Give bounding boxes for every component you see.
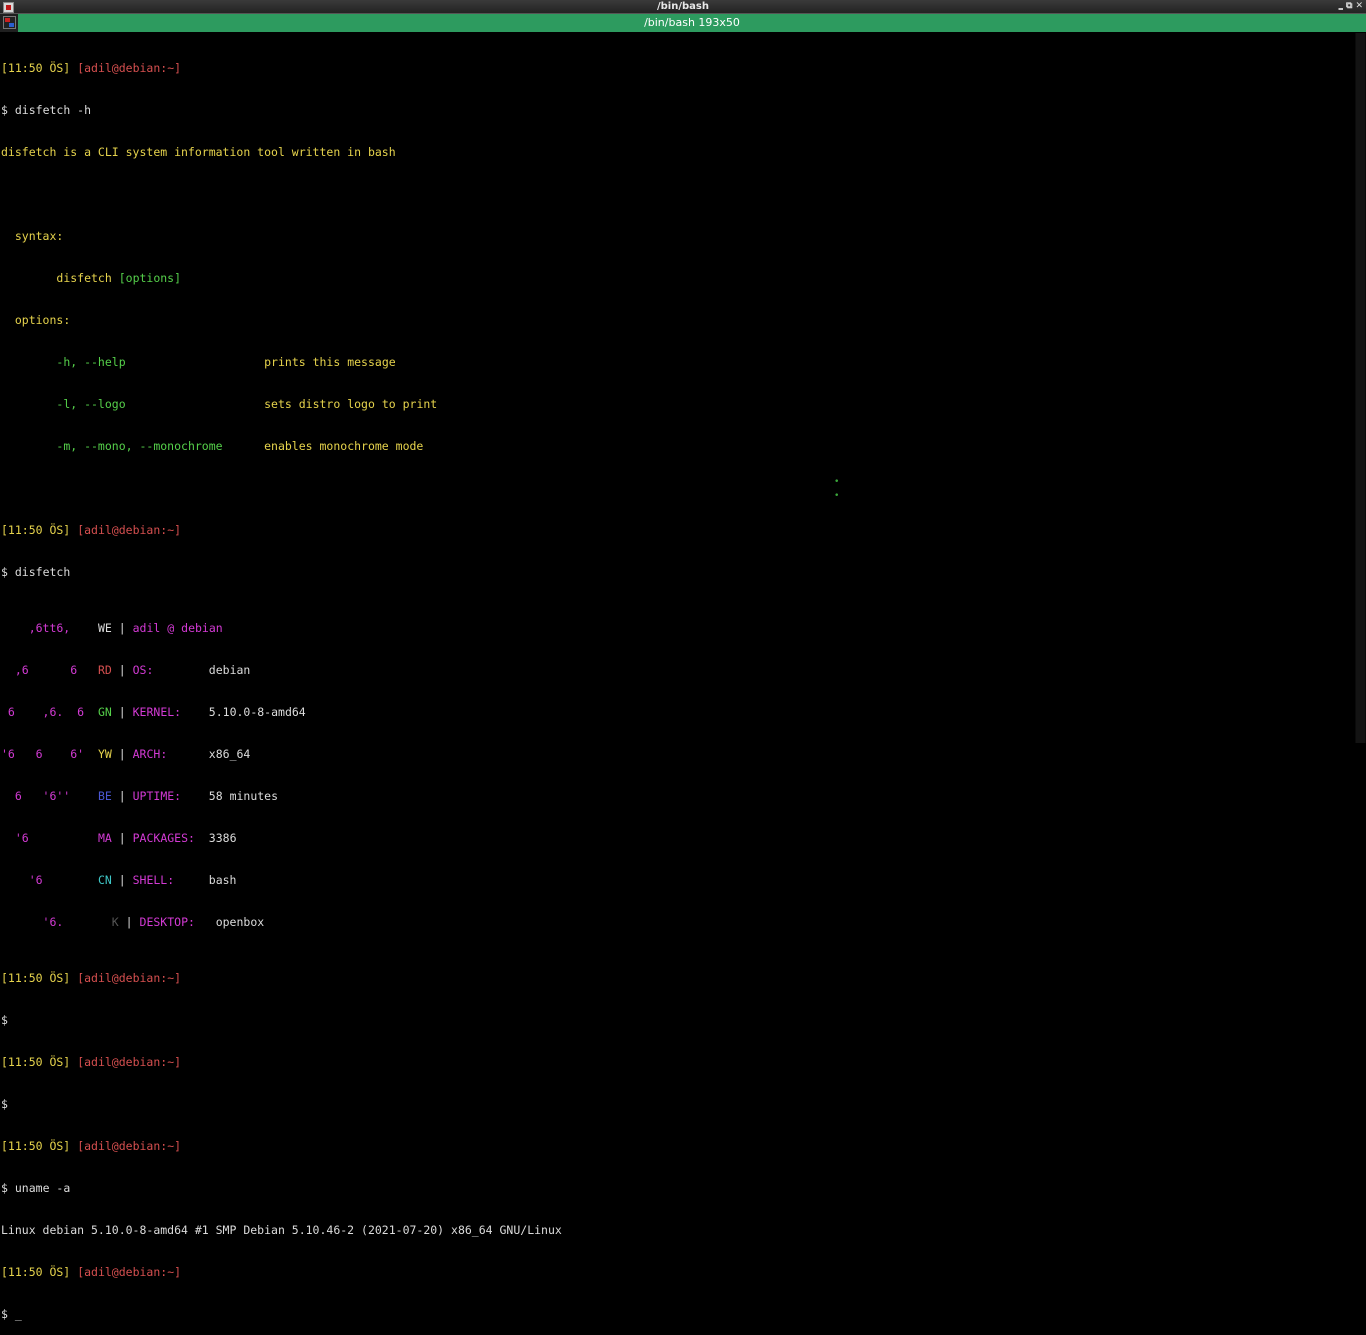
fetch-user: adil xyxy=(132,621,161,635)
color-code: K xyxy=(111,915,119,929)
prompt-symbol: $ xyxy=(1,565,8,579)
info-label: KERNEL: xyxy=(132,705,182,719)
prompt-user-host: [adil@debian:~] xyxy=(77,1139,182,1153)
color-code: CN xyxy=(97,873,112,887)
command-line: $ disfetch xyxy=(1,565,1353,579)
prompt-time: [11:50 ÖS] xyxy=(1,971,71,985)
prompt-symbol: $ xyxy=(1,1013,8,1027)
restore-icon[interactable]: ⧉ xyxy=(1346,0,1352,13)
terminal-icon[interactable] xyxy=(3,16,16,29)
prompt-symbol: $ xyxy=(1,103,8,117)
color-code: GN xyxy=(97,705,112,719)
tab-bar: /bin/bash 193x50 xyxy=(0,14,1366,32)
close-icon[interactable]: ✕ xyxy=(1355,0,1363,13)
info-value: 5.10.0-8-amd64 xyxy=(208,705,306,719)
tab-bash[interactable]: /bin/bash 193x50 xyxy=(18,14,1366,32)
scrollbar[interactable] xyxy=(1355,33,1366,743)
fetch-at: @ xyxy=(167,621,175,635)
info-label: UPTIME: xyxy=(132,789,182,803)
prompt-user-host: [adil@debian:~] xyxy=(77,1265,182,1279)
command-line: $ disfetch -h xyxy=(1,103,1353,117)
prompt-user-host: [adil@debian:~] xyxy=(77,1055,182,1069)
info-value: 58 minutes xyxy=(208,789,279,803)
info-label: ARCH: xyxy=(132,747,168,761)
prompt-line: [11:50 ÖS] [adil@debian:~] xyxy=(1,1265,1353,1279)
info-value: 3386 xyxy=(208,831,237,845)
option-description: enables monochrome mode xyxy=(264,439,424,453)
prompt-line: [11:50 ÖS] [adil@debian:~] xyxy=(1,971,1353,985)
prompt-symbol: $ xyxy=(1,1307,8,1321)
info-label: PACKAGES: xyxy=(132,831,195,845)
prompt-user-host: [adil@debian:~] xyxy=(77,971,182,985)
logo-line: '6 6 6' xyxy=(1,747,85,761)
window-titlebar[interactable]: /bin/bash ‗ ⧉ ✕ xyxy=(0,0,1366,14)
prompt-symbol: $ xyxy=(1,1097,8,1111)
prompt-time: [11:50 ÖS] xyxy=(1,1265,71,1279)
command-line: $ uname -a xyxy=(1,1181,1353,1195)
prompt-time: [11:50 ÖS] xyxy=(1,523,71,537)
color-code: YW xyxy=(97,747,112,761)
fetch-host: debian xyxy=(181,621,223,635)
command-text: disfetch -h xyxy=(14,103,92,117)
uname-output: Linux debian 5.10.0-8-amd64 #1 SMP Debia… xyxy=(1,1223,562,1237)
command-text: disfetch xyxy=(14,565,71,579)
command-line: $ xyxy=(1,1013,1353,1027)
logo-line: 6 ,6. 6 xyxy=(1,705,85,719)
logo-line: 6 '6'' xyxy=(1,789,71,803)
info-label: SHELL: xyxy=(132,873,175,887)
prompt-time: [11:50 ÖS] xyxy=(1,1139,71,1153)
info-value: x86_64 xyxy=(208,747,251,761)
color-code: MA xyxy=(97,831,112,845)
prompt-line: [11:50 ÖS] [adil@debian:~] xyxy=(1,1055,1353,1069)
help-description: disfetch is a CLI system information too… xyxy=(1,145,396,159)
option-flag: -m, --mono, --monochrome xyxy=(56,439,223,453)
prompt-symbol: $ xyxy=(1,1181,8,1195)
info-value: debian xyxy=(208,663,251,677)
scrollbar-thumb[interactable] xyxy=(1356,33,1365,743)
color-code: RD xyxy=(97,663,112,677)
logo-line: '6. xyxy=(1,915,64,929)
prompt-time: [11:50 ÖS] xyxy=(1,1055,71,1069)
prompt-line: [11:50 ÖS] [adil@debian:~] xyxy=(1,1139,1353,1153)
info-label: DESKTOP: xyxy=(139,915,195,929)
syntax-command: disfetch xyxy=(56,271,112,285)
logo-line: ,6 6 xyxy=(1,663,78,677)
color-code: BE xyxy=(97,789,112,803)
window-title: /bin/bash xyxy=(657,1,709,12)
syntax-label: syntax: xyxy=(14,229,64,243)
info-value: bash xyxy=(208,873,237,887)
syntax-options: [options] xyxy=(118,271,182,285)
logo-line: '6 xyxy=(1,873,43,887)
activity-dots: • • xyxy=(834,477,840,501)
text-cursor[interactable]: _ xyxy=(15,1307,22,1321)
prompt-time: [11:50 ÖS] xyxy=(1,61,71,75)
prompt-line: [11:50 ÖS] [adil@debian:~] xyxy=(1,523,1353,537)
prompt-user-host: [adil@debian:~] xyxy=(77,61,182,75)
info-value: openbox xyxy=(215,915,265,929)
color-code: WE xyxy=(97,621,112,635)
logo-line: ,6tt6, xyxy=(1,621,71,635)
option-description: prints this message xyxy=(264,355,396,369)
terminal-output[interactable]: [11:50 ÖS] [adil@debian:~] $ disfetch -h… xyxy=(1,33,1353,1321)
command-text: uname -a xyxy=(14,1181,71,1195)
prompt-user-host: [adil@debian:~] xyxy=(77,523,182,537)
options-label: options: xyxy=(14,313,71,327)
minimize-icon[interactable]: ‗ xyxy=(1339,0,1344,13)
prompt-line: [11:50 ÖS] [adil@debian:~] xyxy=(1,61,1353,75)
input-line: $ _ xyxy=(1,1307,1353,1321)
option-description: sets distro logo to print xyxy=(264,397,438,411)
info-label: OS: xyxy=(132,663,154,677)
command-line: $ xyxy=(1,1097,1353,1111)
option-flag: -h, --help xyxy=(56,355,126,369)
option-flag: -l, --logo xyxy=(56,397,126,411)
logo-line: '6 xyxy=(1,831,29,845)
